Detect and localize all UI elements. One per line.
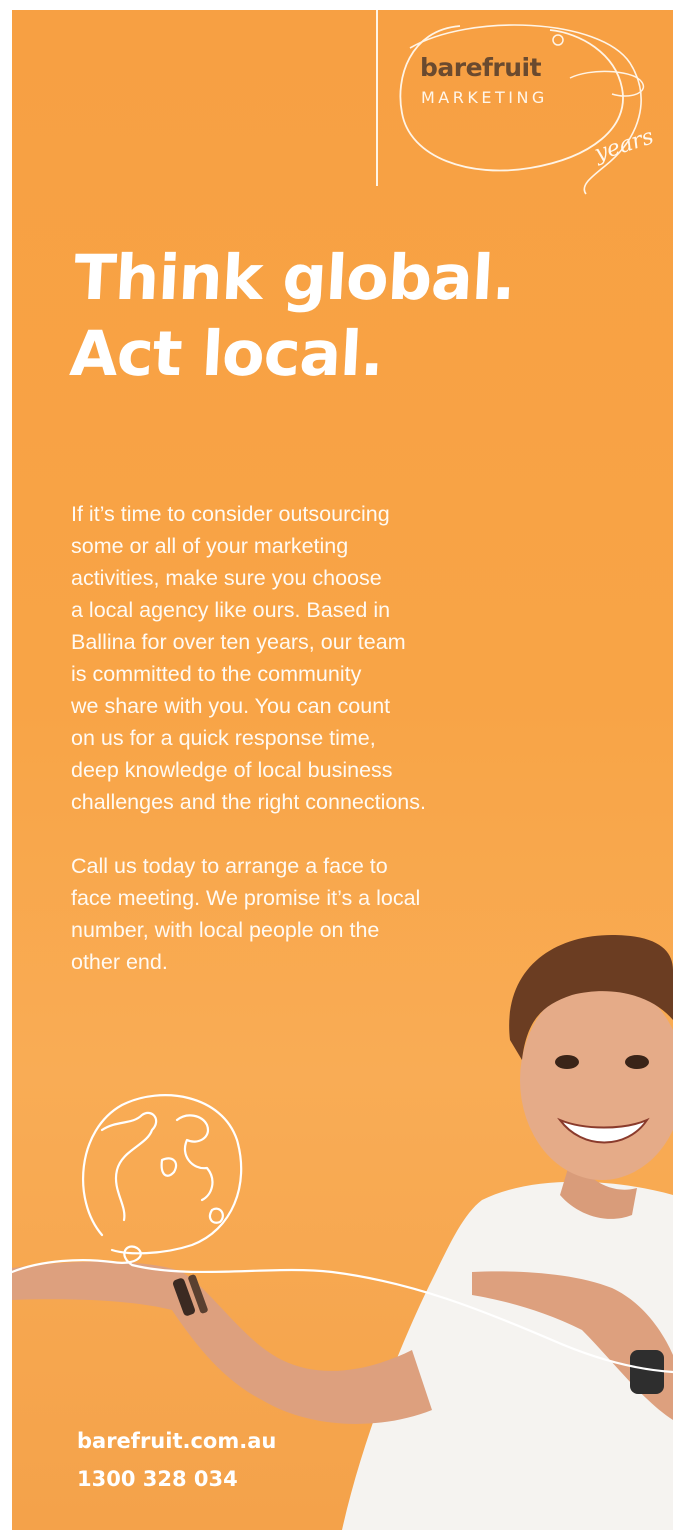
ad-panel: barefruit MARKETING years Think global. … — [12, 10, 673, 1530]
phone-number[interactable]: 1300 328 034 — [77, 1460, 276, 1498]
contact-info: barefruit.com.au 1300 328 034 — [77, 1422, 276, 1498]
globe-icon — [12, 1094, 673, 1374]
website-link[interactable]: barefruit.com.au — [77, 1422, 276, 1460]
